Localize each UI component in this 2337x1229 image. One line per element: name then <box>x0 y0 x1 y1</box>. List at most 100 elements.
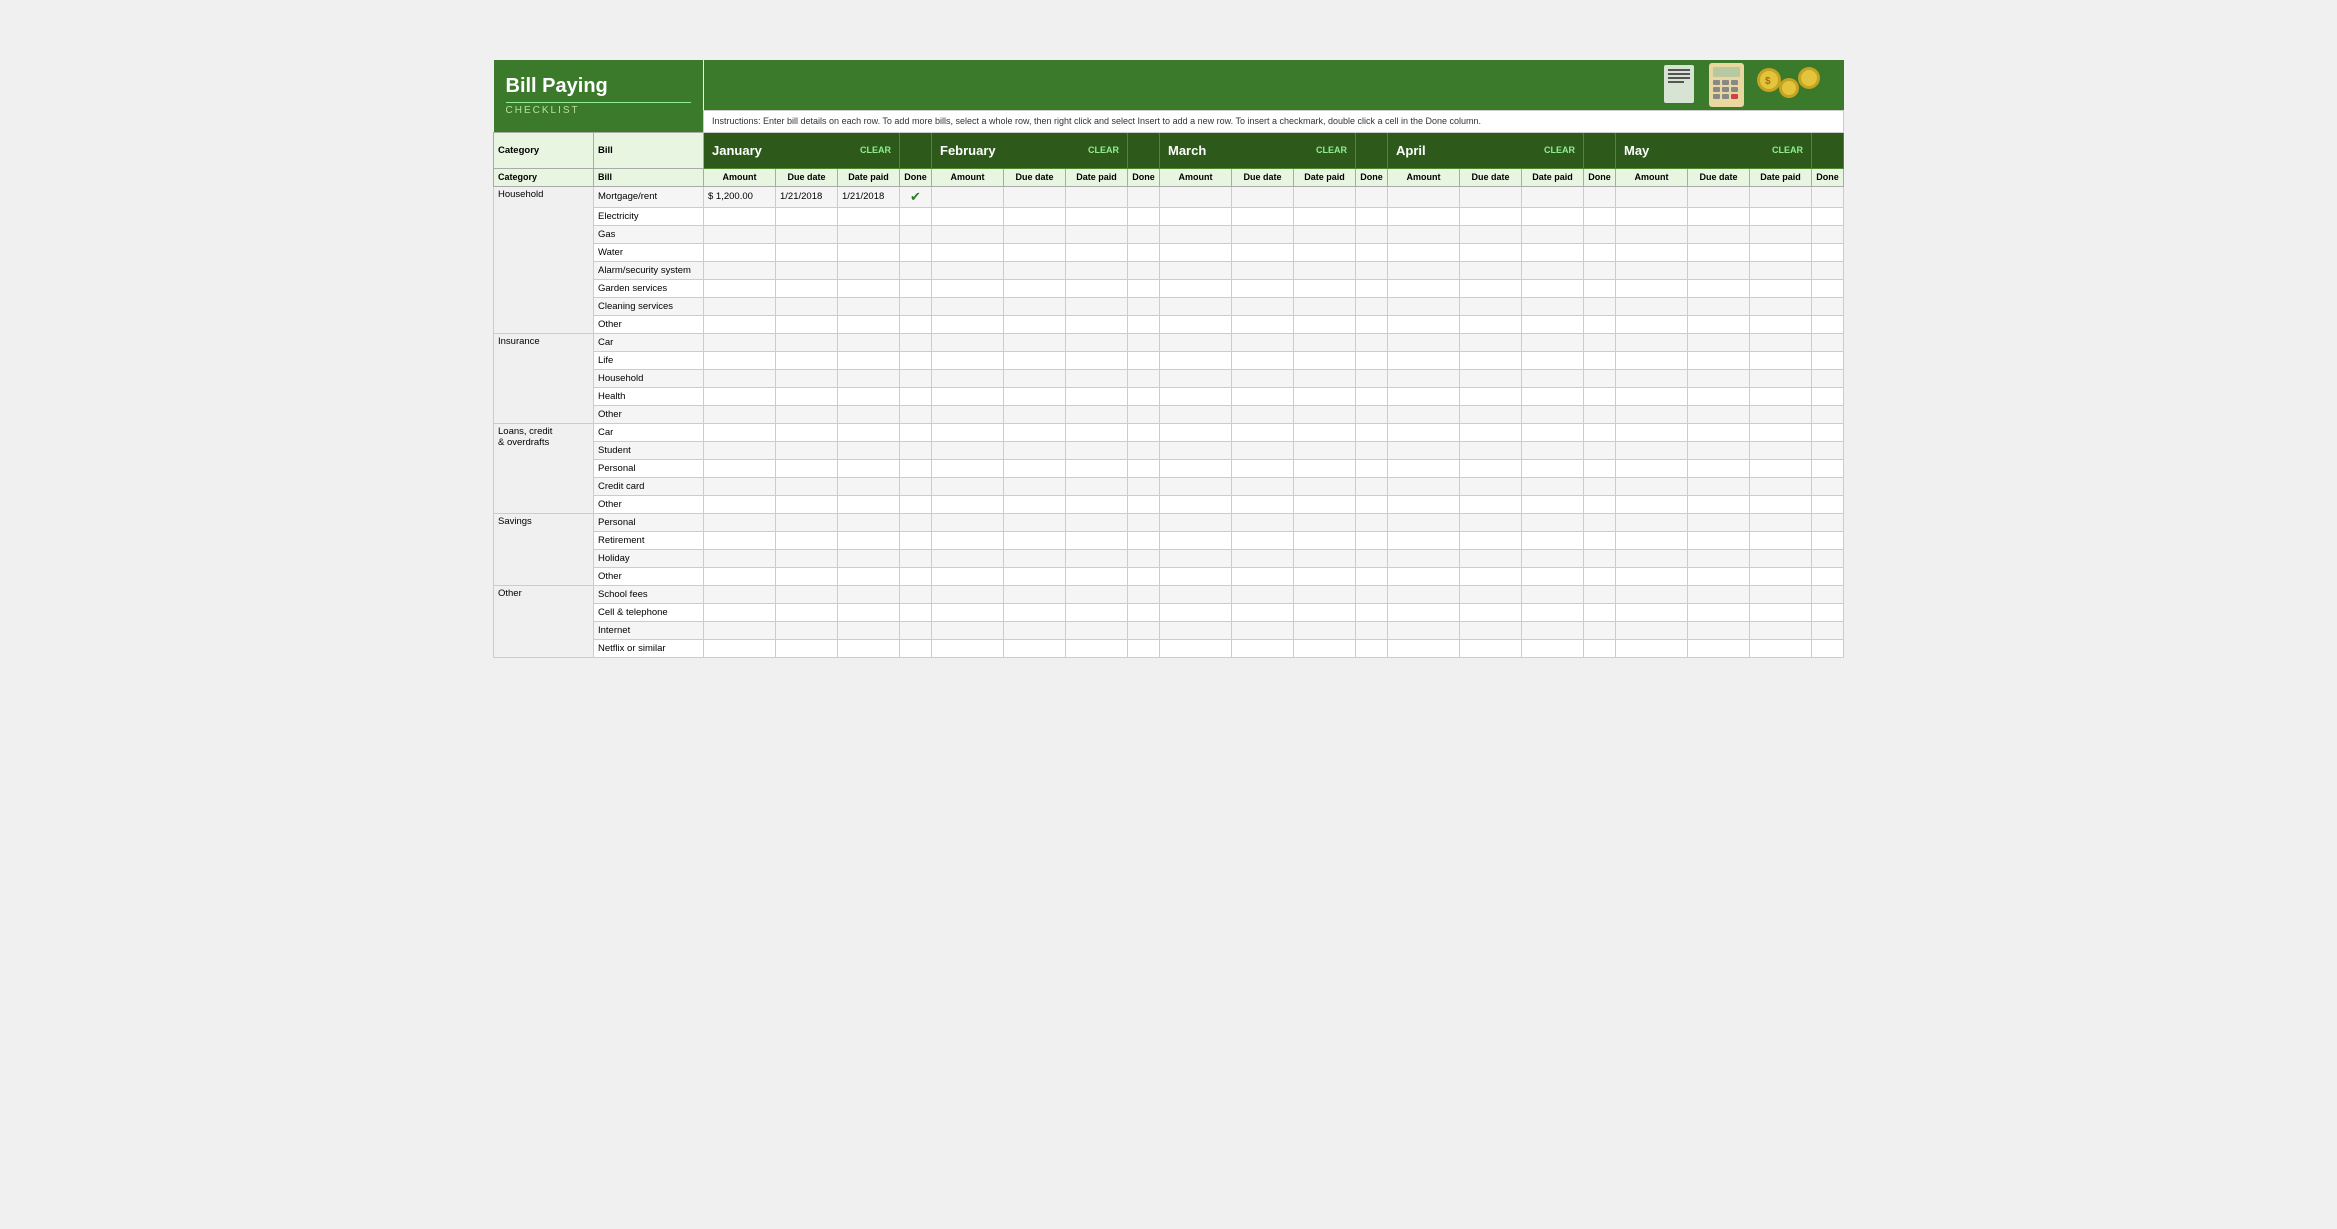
january-amount-cell[interactable] <box>704 567 776 585</box>
march-done-cell[interactable] <box>1356 369 1388 387</box>
february-datepaid-cell[interactable] <box>1066 351 1128 369</box>
march-amount-cell[interactable] <box>1160 567 1232 585</box>
january-amount-cell[interactable] <box>704 495 776 513</box>
january-datepaid-cell[interactable] <box>838 387 900 405</box>
april-duedate-cell[interactable] <box>1460 243 1522 261</box>
may-duedate-cell[interactable] <box>1688 513 1750 531</box>
march-duedate-cell[interactable] <box>1232 243 1294 261</box>
february-duedate-cell[interactable] <box>1004 297 1066 315</box>
march-datepaid-cell[interactable] <box>1294 495 1356 513</box>
april-amount-cell[interactable] <box>1388 279 1460 297</box>
january-duedate-cell[interactable] <box>776 387 838 405</box>
april-datepaid-cell[interactable] <box>1522 621 1584 639</box>
march-datepaid-cell[interactable] <box>1294 567 1356 585</box>
april-duedate-cell[interactable] <box>1460 639 1522 657</box>
february-done-cell[interactable] <box>1128 225 1160 243</box>
april-datepaid-cell[interactable] <box>1522 315 1584 333</box>
february-done-cell[interactable] <box>1128 423 1160 441</box>
february-duedate-cell[interactable] <box>1004 387 1066 405</box>
january-datepaid-cell[interactable] <box>838 477 900 495</box>
february-amount-cell[interactable] <box>932 243 1004 261</box>
january-amount-cell[interactable] <box>704 639 776 657</box>
february-amount-cell[interactable] <box>932 369 1004 387</box>
may-done-cell[interactable] <box>1812 243 1844 261</box>
february-amount-cell[interactable] <box>932 297 1004 315</box>
march-datepaid-cell[interactable] <box>1294 243 1356 261</box>
january-done-cell[interactable] <box>900 495 932 513</box>
january-duedate-cell[interactable] <box>776 495 838 513</box>
february-datepaid-cell[interactable] <box>1066 603 1128 621</box>
may-amount-cell[interactable] <box>1616 369 1688 387</box>
february-done-cell[interactable] <box>1128 369 1160 387</box>
may-datepaid-cell[interactable] <box>1750 603 1812 621</box>
february-amount-cell[interactable] <box>932 279 1004 297</box>
february-datepaid-cell[interactable] <box>1066 207 1128 225</box>
january-duedate-cell[interactable] <box>776 441 838 459</box>
may-duedate-cell[interactable] <box>1688 621 1750 639</box>
march-duedate-cell[interactable] <box>1232 351 1294 369</box>
january-datepaid-cell[interactable]: 1/21/2018 <box>838 186 900 207</box>
february-duedate-cell[interactable] <box>1004 441 1066 459</box>
february-datepaid-cell[interactable] <box>1066 186 1128 207</box>
bill-cell[interactable]: Other <box>594 315 704 333</box>
february-duedate-cell[interactable] <box>1004 531 1066 549</box>
february-done-cell[interactable] <box>1128 387 1160 405</box>
april-done-cell[interactable] <box>1584 261 1616 279</box>
february-done-cell[interactable] <box>1128 333 1160 351</box>
march-duedate-cell[interactable] <box>1232 207 1294 225</box>
may-datepaid-cell[interactable] <box>1750 207 1812 225</box>
february-done-cell[interactable] <box>1128 261 1160 279</box>
february-amount-cell[interactable] <box>932 459 1004 477</box>
february-datepaid-cell[interactable] <box>1066 621 1128 639</box>
january-datepaid-cell[interactable] <box>838 423 900 441</box>
bill-cell[interactable]: Personal <box>594 513 704 531</box>
march-done-cell[interactable] <box>1356 423 1388 441</box>
february-duedate-cell[interactable] <box>1004 513 1066 531</box>
january-duedate-cell[interactable] <box>776 423 838 441</box>
february-duedate-cell[interactable] <box>1004 549 1066 567</box>
february-duedate-cell[interactable] <box>1004 186 1066 207</box>
april-done-cell[interactable] <box>1584 243 1616 261</box>
january-done-cell[interactable] <box>900 207 932 225</box>
january-datepaid-cell[interactable] <box>838 333 900 351</box>
april-datepaid-cell[interactable] <box>1522 549 1584 567</box>
february-duedate-cell[interactable] <box>1004 459 1066 477</box>
april-amount-cell[interactable] <box>1388 477 1460 495</box>
april-done-cell[interactable] <box>1584 297 1616 315</box>
january-amount-cell[interactable] <box>704 405 776 423</box>
may-datepaid-cell[interactable] <box>1750 351 1812 369</box>
february-done-cell[interactable] <box>1128 297 1160 315</box>
bill-cell[interactable]: Mortgage/rent <box>594 186 704 207</box>
february-amount-cell[interactable] <box>932 387 1004 405</box>
may-done-cell[interactable] <box>1812 186 1844 207</box>
january-done-cell[interactable] <box>900 549 932 567</box>
may-datepaid-cell[interactable] <box>1750 459 1812 477</box>
march-datepaid-cell[interactable] <box>1294 585 1356 603</box>
march-done-cell[interactable] <box>1356 297 1388 315</box>
april-duedate-cell[interactable] <box>1460 459 1522 477</box>
may-done-cell[interactable] <box>1812 315 1844 333</box>
april-duedate-cell[interactable] <box>1460 369 1522 387</box>
april-duedate-cell[interactable] <box>1460 603 1522 621</box>
january-amount-cell[interactable] <box>704 549 776 567</box>
may-done-cell[interactable] <box>1812 513 1844 531</box>
february-done-cell[interactable] <box>1128 603 1160 621</box>
february-done-cell[interactable] <box>1128 315 1160 333</box>
february-duedate-cell[interactable] <box>1004 279 1066 297</box>
april-datepaid-cell[interactable] <box>1522 459 1584 477</box>
march-duedate-cell[interactable] <box>1232 387 1294 405</box>
january-done-cell[interactable] <box>900 243 932 261</box>
bill-cell[interactable]: Garden services <box>594 279 704 297</box>
may-duedate-cell[interactable] <box>1688 315 1750 333</box>
may-amount-cell[interactable] <box>1616 186 1688 207</box>
april-amount-cell[interactable] <box>1388 225 1460 243</box>
march-amount-cell[interactable] <box>1160 261 1232 279</box>
march-datepaid-cell[interactable] <box>1294 639 1356 657</box>
april-duedate-cell[interactable] <box>1460 531 1522 549</box>
may-amount-cell[interactable] <box>1616 315 1688 333</box>
february-amount-cell[interactable] <box>932 567 1004 585</box>
january-duedate-cell[interactable] <box>776 405 838 423</box>
april-duedate-cell[interactable] <box>1460 513 1522 531</box>
january-datepaid-cell[interactable] <box>838 531 900 549</box>
january-datepaid-cell[interactable] <box>838 405 900 423</box>
